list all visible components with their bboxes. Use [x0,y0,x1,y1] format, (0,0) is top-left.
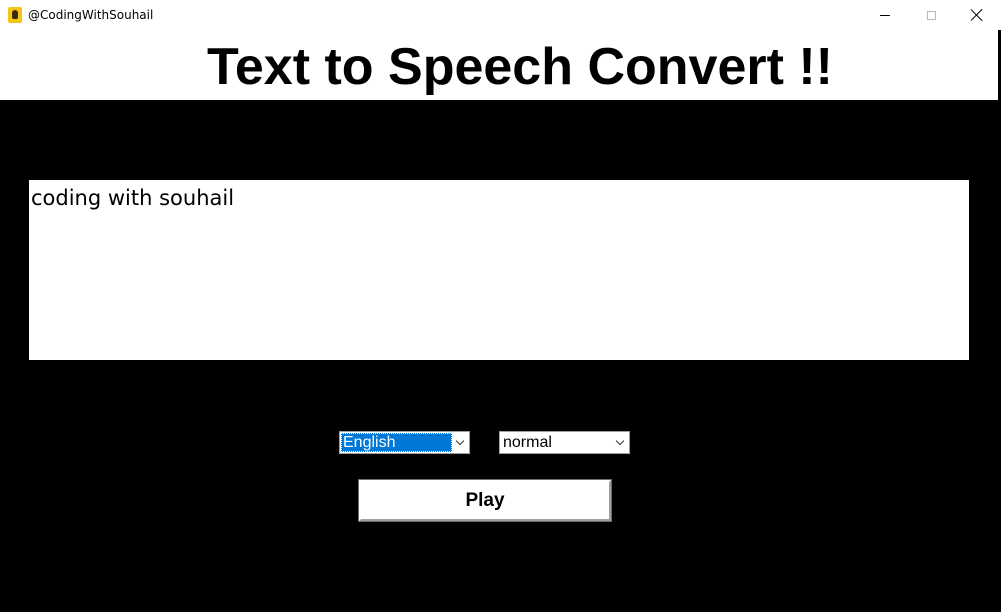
avatar-icon [8,7,22,23]
title-bar[interactable]: @CodingWithSouhail [0,0,1001,30]
close-icon [971,9,983,21]
maximize-button[interactable] [908,0,954,30]
close-button[interactable] [954,0,1000,30]
language-select-value: English [341,433,452,452]
minimize-icon [880,14,890,16]
speed-select-value: normal [503,434,552,451]
maximize-icon [926,10,936,20]
page-title: Text to Speech Convert !! [206,38,833,96]
play-button[interactable]: Play [358,479,612,522]
language-select[interactable]: English [339,431,470,454]
app-window: @CodingWithSouhail Text to Speech Conver… [0,0,1001,612]
minimize-button[interactable] [862,0,908,30]
header-banner: Text to Speech Convert !! [0,30,998,100]
chevron-down-icon[interactable] [455,435,465,449]
chevron-down-icon[interactable] [615,435,625,449]
speed-select[interactable]: normal [499,431,630,454]
window-title: @CodingWithSouhail [28,8,154,22]
text-input[interactable] [29,180,969,360]
